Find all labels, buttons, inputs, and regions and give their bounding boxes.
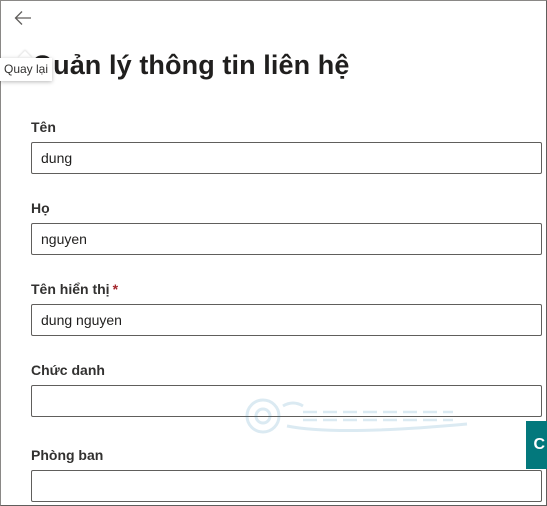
- arrow-left-icon: [14, 11, 31, 25]
- first-name-input[interactable]: [31, 142, 542, 174]
- job-title-field: Chức danh: [31, 360, 543, 417]
- display-name-field: Tên hiển thị *: [31, 279, 543, 336]
- job-title-input[interactable]: [31, 385, 542, 417]
- page-title: Quản lý thông tin liên hệ: [32, 50, 350, 80]
- display-name-label: Tên hiển thị: [31, 281, 110, 297]
- department-label: Phòng ban: [31, 447, 104, 463]
- display-name-input[interactable]: [31, 304, 542, 336]
- job-title-label: Chức danh: [31, 362, 105, 378]
- back-tooltip: Quay lại: [0, 58, 53, 81]
- last-name-field: Họ: [31, 198, 543, 255]
- last-name-label: Họ: [31, 200, 50, 216]
- display-name-label-row: Tên hiển thị *: [31, 279, 543, 299]
- side-chat-tab[interactable]: C: [526, 421, 547, 469]
- department-input[interactable]: [31, 470, 542, 502]
- first-name-label: Tên: [31, 119, 56, 135]
- department-field: Phòng ban: [31, 445, 543, 502]
- chat-icon: C: [533, 436, 545, 453]
- required-mark: *: [112, 281, 119, 297]
- first-name-field: Tên: [31, 117, 543, 174]
- last-name-input[interactable]: [31, 223, 542, 255]
- back-button[interactable]: [8, 4, 38, 32]
